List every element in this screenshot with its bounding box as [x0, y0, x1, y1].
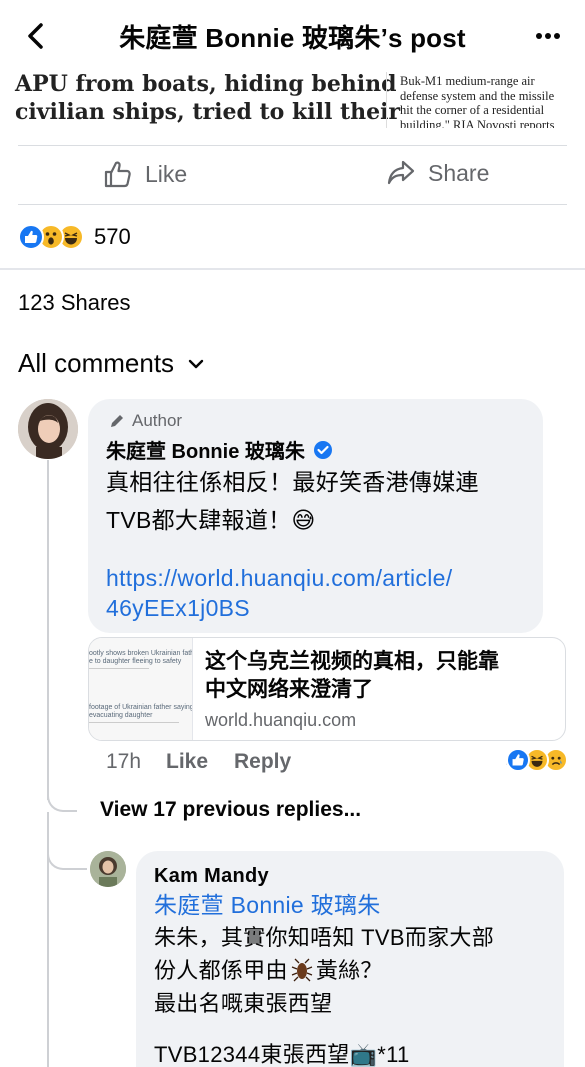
link-preview-title: 这个乌克兰视频的真相，只能靠 中文网络来澄清了 — [205, 650, 499, 701]
like-reaction-icon — [18, 224, 44, 250]
reply-bubble[interactable]: Kam Mandy 朱庭萱 Bonnie 玻璃朱 朱朱，其實你知唔知 TVB而家… — [136, 851, 564, 1067]
verified-badge-icon — [313, 440, 332, 459]
comment-reply-button[interactable]: Reply — [234, 750, 291, 774]
reply-text: Kam Mandy 朱庭萱 Bonnie 玻璃朱 朱朱，其實你知唔知 TVB而家… — [154, 863, 564, 1067]
share-arrow-icon — [387, 160, 415, 185]
top-bar: 朱庭萱 Bonnie 玻璃朱’s post — [0, 0, 585, 72]
avatar[interactable] — [90, 851, 126, 887]
ellipsis-icon — [536, 33, 560, 39]
author-badge: Author — [108, 411, 182, 431]
comment-bubble[interactable]: Author 朱庭萱 Bonnie 玻璃朱 真相往往係相反！最好笑香港傳媒連 T… — [88, 399, 543, 633]
comment-like-button[interactable]: Like — [166, 750, 208, 774]
divider — [18, 204, 567, 205]
article-image-strip[interactable]: APU from boats, hiding behind civilian s… — [0, 72, 585, 128]
like-label: Like — [145, 160, 188, 187]
cockroach-emoji-icon — [291, 958, 313, 982]
reaction-summary[interactable]: 570 — [18, 222, 131, 252]
share-button[interactable]: Share — [386, 159, 489, 187]
comment-text: 真相往往係相反！最好笑香港傳媒連 TVB都大肆報道！😅 https://worl… — [106, 463, 526, 623]
comment-link[interactable]: https://world.huanqiu.com/article/ 46yEE… — [106, 563, 526, 623]
avatar[interactable] — [18, 399, 78, 459]
share-count[interactable]: 123 Shares — [18, 290, 131, 316]
column-divider — [386, 72, 387, 128]
chevron-down-icon — [188, 359, 204, 368]
like-reaction-icon — [506, 748, 530, 772]
link-preview-domain: world.huanqiu.com — [205, 710, 357, 730]
view-previous-replies-button[interactable]: View 17 previous replies... — [100, 798, 361, 822]
page-title: 朱庭萱 Bonnie 玻璃朱’s post — [119, 23, 466, 53]
comment-author-name[interactable]: 朱庭萱 Bonnie 玻璃朱 — [106, 435, 333, 464]
thread-connector — [47, 760, 77, 812]
article-headline: APU from boats, hiding behind civilian s… — [15, 72, 401, 125]
comment-meta: 17h Like Reply 44 — [106, 748, 568, 778]
comments-filter-dropdown[interactable]: All comments — [18, 348, 204, 379]
section-divider — [0, 268, 585, 270]
share-label: Share — [428, 159, 490, 186]
reply-author-name[interactable]: Kam Mandy — [154, 863, 564, 889]
thread-connector — [47, 840, 87, 870]
post-actions: Like Share — [0, 145, 585, 205]
article-body-text: Buk-M1 medium-range air defense system a… — [400, 74, 555, 128]
thumbs-up-icon — [104, 161, 131, 188]
comments-filter-label: All comments — [18, 348, 175, 378]
more-options-button[interactable] — [533, 22, 563, 50]
thread-line — [47, 460, 49, 800]
like-button[interactable]: Like — [103, 159, 187, 189]
link-preview-card[interactable]: ootly shows broken Ukrainian father e to… — [88, 637, 566, 741]
reaction-count: 570 — [94, 224, 131, 249]
pen-icon — [111, 415, 123, 427]
link-preview-thumbnail: ootly shows broken Ukrainian father e to… — [89, 638, 193, 740]
reply-mention[interactable]: 朱庭萱 Bonnie 玻璃朱 — [154, 889, 564, 921]
comment-timestamp[interactable]: 17h — [106, 750, 141, 774]
comment-reactions[interactable]: 44 — [506, 748, 568, 773]
